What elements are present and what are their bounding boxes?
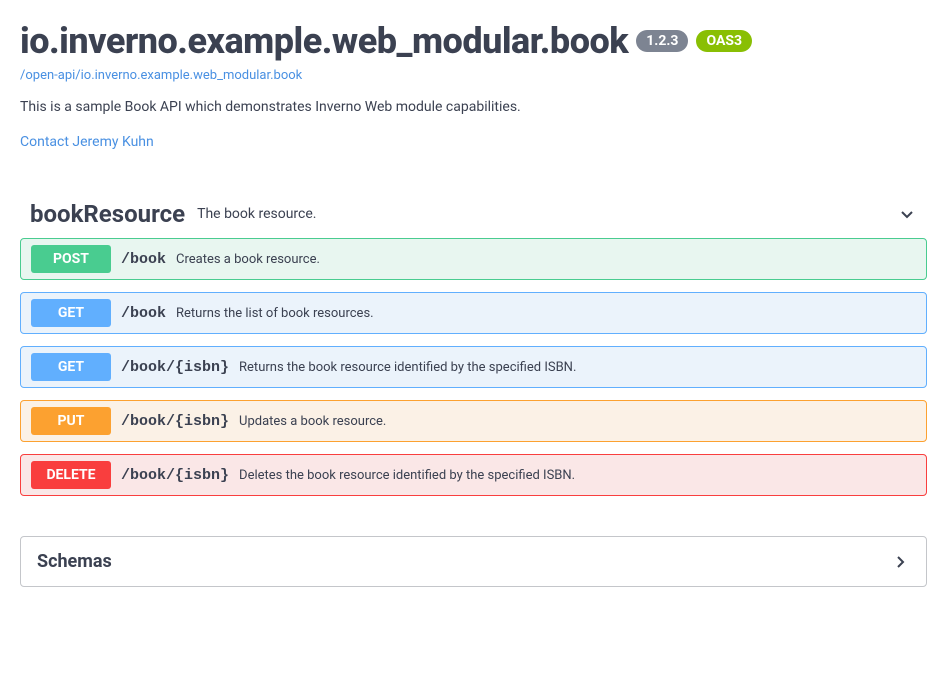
operations-list: POST/book Creates a book resource. GET/boo… bbox=[20, 238, 927, 496]
method-badge: GET bbox=[31, 299, 111, 327]
method-badge: PUT bbox=[31, 407, 111, 435]
operation-summary: Returns the book resource identified by … bbox=[239, 360, 576, 375]
tag-header[interactable]: bookResource The book resource. bbox=[20, 200, 927, 238]
operation-post-0[interactable]: POST/book Creates a book resource. bbox=[20, 238, 927, 280]
method-badge: GET bbox=[31, 353, 111, 381]
schemas-section[interactable]: Schemas bbox=[20, 536, 927, 587]
operation-path: /book/{isbn} bbox=[121, 359, 229, 376]
operation-path: /book/{isbn} bbox=[121, 413, 229, 430]
tag-description: The book resource. bbox=[197, 206, 897, 222]
operation-path: /book bbox=[121, 251, 166, 268]
operation-summary: Returns the list of book resources. bbox=[176, 306, 374, 321]
operation-get-1[interactable]: GET/book Returns the list of book resourc… bbox=[20, 292, 927, 334]
api-description: This is a sample Book API which demonstr… bbox=[20, 99, 927, 115]
operation-delete-4[interactable]: DELETE/book/{isbn} Deletes the book resou… bbox=[20, 454, 927, 496]
version-badge: 1.2.3 bbox=[636, 30, 688, 52]
api-title: io.inverno.example.web_modular.book bbox=[20, 20, 628, 62]
oas-badge: OAS3 bbox=[696, 30, 752, 52]
contact-link[interactable]: Contact Jeremy Kuhn bbox=[20, 134, 154, 150]
method-badge: DELETE bbox=[31, 461, 111, 489]
spec-link[interactable]: /open-api/io.inverno.example.web_modular… bbox=[20, 68, 927, 83]
tag-section: bookResource The book resource. POST/boo… bbox=[20, 200, 927, 496]
operation-path: /book/{isbn} bbox=[121, 467, 229, 484]
api-header: io.inverno.example.web_modular.book 1.2.… bbox=[20, 20, 927, 150]
tag-name: bookResource bbox=[30, 200, 185, 228]
operation-summary: Creates a book resource. bbox=[176, 252, 320, 267]
operation-get-2[interactable]: GET/book/{isbn} Returns the book resource… bbox=[20, 346, 927, 388]
title-row: io.inverno.example.web_modular.book 1.2.… bbox=[20, 20, 927, 62]
operation-path: /book bbox=[121, 305, 166, 322]
schemas-title: Schemas bbox=[37, 551, 112, 572]
method-badge: POST bbox=[31, 245, 111, 273]
chevron-down-icon bbox=[897, 204, 917, 224]
operation-summary: Deletes the book resource identified by … bbox=[239, 468, 575, 483]
operation-summary: Updates a book resource. bbox=[239, 414, 386, 429]
chevron-right-icon bbox=[890, 552, 910, 572]
operation-put-3[interactable]: PUT/book/{isbn} Updates a book resource. bbox=[20, 400, 927, 442]
